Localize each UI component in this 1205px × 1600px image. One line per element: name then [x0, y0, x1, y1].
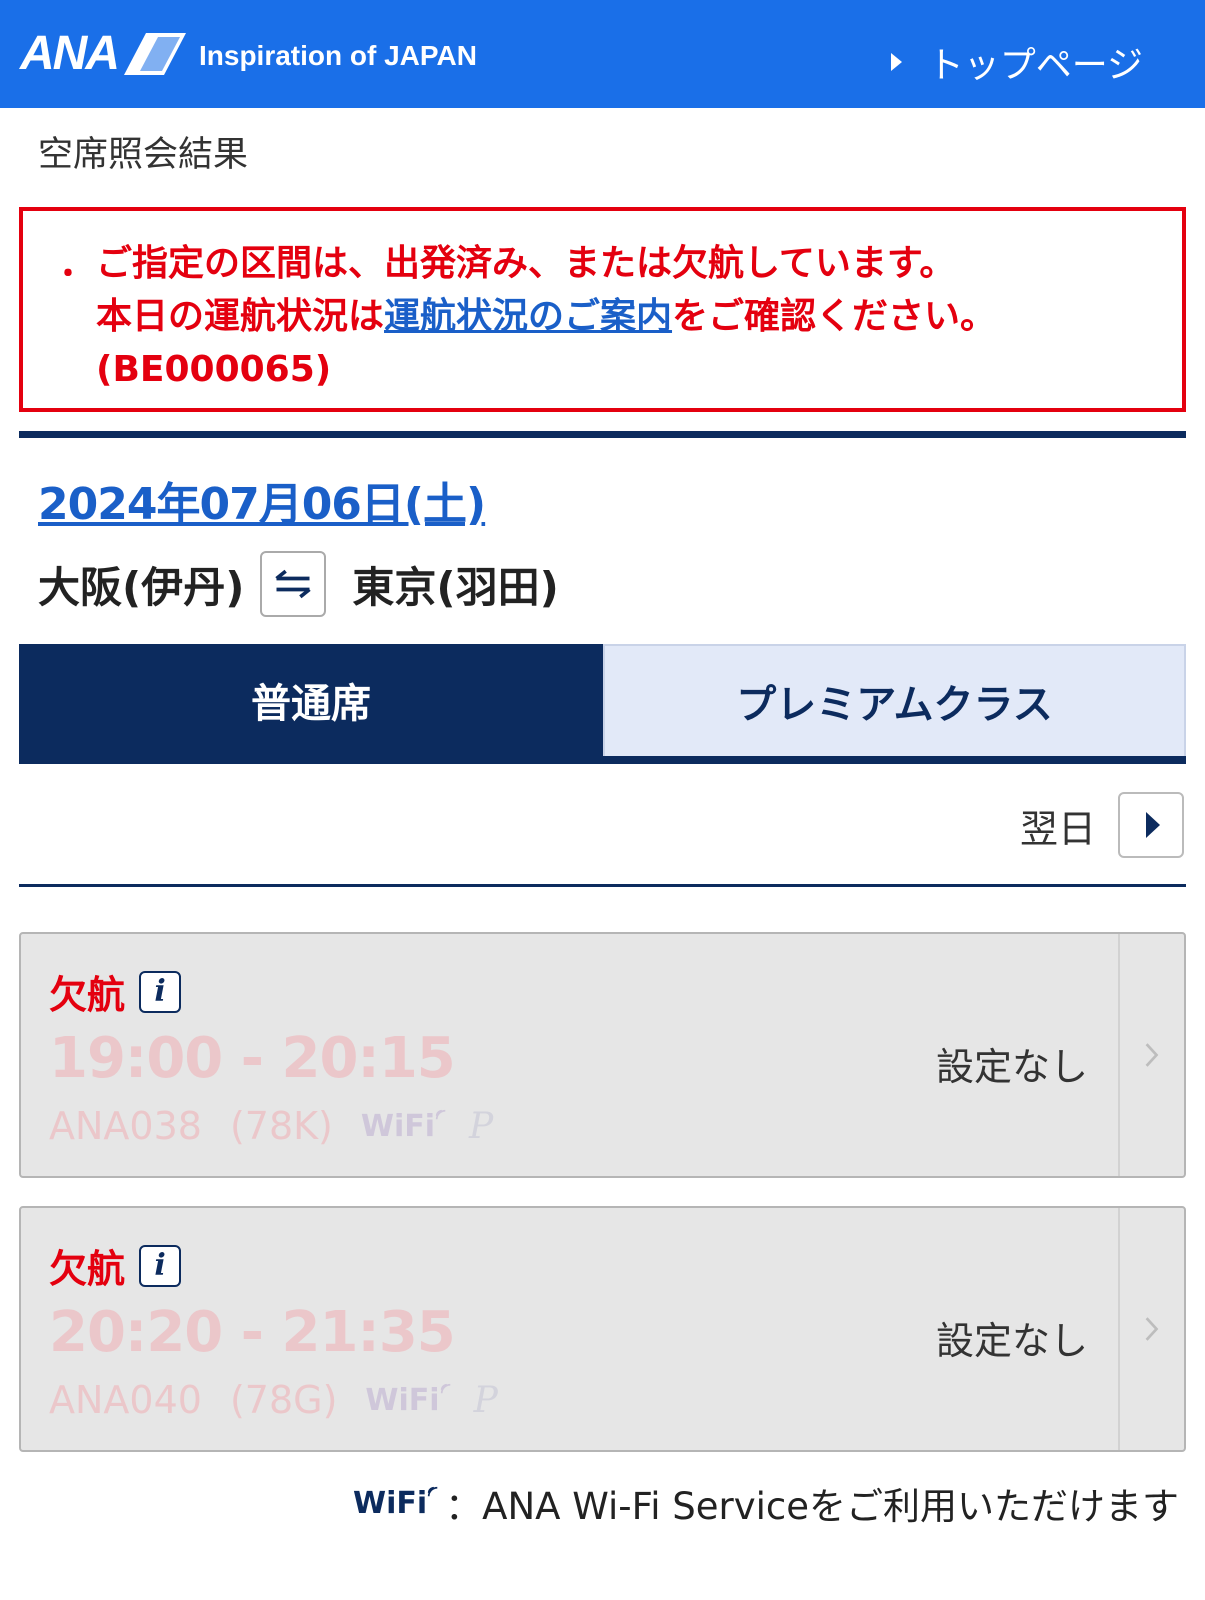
swap-arrows-icon: [275, 569, 312, 599]
date-link[interactable]: 2024年07月06日(土): [38, 468, 486, 532]
top-page-label: トップページ: [927, 45, 1143, 86]
premium-mark-icon: P: [473, 1379, 498, 1421]
wifi-label: WiFi: [353, 1485, 428, 1521]
seat-status: 設定なし: [935, 1045, 1088, 1089]
error-bullet: ・: [53, 257, 83, 292]
flight-card[interactable]: 欠航 i 19:00 - 20:15 ANA038 (78K) WiFi P 設…: [19, 932, 1186, 1178]
error-text: ご指定の区間は、出発済み、または欠航しています。 本日の運航状況は運航状況のご案…: [96, 237, 996, 396]
logo-slash-icon: [124, 32, 186, 75]
triangle-right-icon: [1146, 812, 1160, 838]
destination-airport: 東京(羽田): [352, 562, 559, 612]
seat-status: 設定なし: [935, 1319, 1088, 1363]
page-title: 空席照会結果: [38, 135, 249, 175]
error-code: (BE000065): [96, 349, 332, 390]
swap-route-button[interactable]: [260, 551, 327, 617]
ana-logo[interactable]: ANA: [20, 26, 188, 81]
tagline: Inspiration of JAPAN: [199, 40, 477, 71]
flight-meta: ANA038 (78K) WiFi P: [49, 1104, 493, 1148]
top-page-link[interactable]: トップページ: [890, 36, 1143, 88]
flight-meta: ANA040 (78G) WiFi P: [49, 1378, 498, 1422]
cancelled-status: 欠航: [49, 973, 126, 1017]
list-divider: [19, 884, 1186, 887]
wifi-signal-icon: [428, 1486, 438, 1496]
class-tabs: 普通席 プレミアムクラス: [19, 644, 1186, 764]
flight-times: 19:00 - 20:15: [49, 1026, 456, 1091]
tab-premium-class[interactable]: プレミアムクラス: [603, 644, 1186, 756]
error-line-2-suffix: をご確認ください。: [672, 296, 997, 337]
logo-wordmark: ANA: [20, 27, 120, 80]
flight-number: ANA038: [49, 1104, 202, 1148]
wifi-icon: WiFi: [361, 1109, 447, 1144]
wifi-legend-text: ：ANA Wi-Fi Serviceをご利用いただけます: [445, 1485, 1179, 1528]
chevron-right-icon: [1145, 1043, 1159, 1067]
error-message-box: ・ ご指定の区間は、出発済み、または欠航しています。 本日の運航状況は運航状況の…: [19, 207, 1186, 412]
flight-number: ANA040: [49, 1378, 202, 1422]
flight-card[interactable]: 欠航 i 20:20 - 21:35 ANA040 (78G) WiFi P 設…: [19, 1206, 1186, 1452]
next-day-button[interactable]: [1118, 792, 1184, 858]
wifi-icon: WiFi: [365, 1383, 451, 1418]
next-day-label: 翌日: [1019, 806, 1096, 851]
flight-status-row: 欠航 i: [49, 964, 182, 1019]
error-line-2: 本日の運航状況は運航状況のご案内をご確認ください。: [96, 290, 996, 343]
next-day-nav: 翌日: [1020, 792, 1184, 858]
chevron-right-icon: [1145, 1317, 1159, 1341]
flight-status-row: 欠航 i: [49, 1238, 182, 1293]
info-icon[interactable]: i: [139, 970, 182, 1013]
wifi-signal-icon: [435, 1109, 446, 1119]
flight-status-link[interactable]: 運航状況のご案内: [384, 296, 672, 337]
flight-times: 20:20 - 21:35: [49, 1300, 456, 1365]
premium-mark-icon: P: [469, 1105, 494, 1147]
error-line-2-prefix: 本日の運航状況は: [96, 296, 385, 337]
wifi-label: WiFi: [365, 1382, 440, 1418]
wifi-label: WiFi: [360, 1108, 436, 1144]
aircraft-type: (78K): [229, 1104, 333, 1148]
header-bar: ANA Inspiration of JAPAN トップページ: [0, 0, 1205, 108]
flight-detail-arrow[interactable]: [1118, 934, 1184, 1176]
wifi-legend: WiFi ：ANA Wi-Fi Serviceをご利用いただけます: [353, 1476, 1179, 1530]
error-line-1: ご指定の区間は、出発済み、または欠航しています。: [96, 243, 956, 284]
cancelled-status: 欠航: [49, 1247, 126, 1291]
info-icon[interactable]: i: [139, 1244, 182, 1287]
aircraft-type: (78G): [229, 1378, 338, 1422]
section-divider: [19, 431, 1186, 438]
triangle-right-icon: [890, 53, 902, 71]
route-row: 大阪(伊丹) 東京(羽田): [38, 549, 559, 619]
origin-airport: 大阪(伊丹): [38, 562, 245, 612]
flight-detail-arrow[interactable]: [1118, 1208, 1184, 1450]
wifi-icon: WiFi: [353, 1486, 439, 1521]
wifi-signal-icon: [440, 1383, 450, 1393]
tab-economy[interactable]: 普通席: [19, 644, 603, 756]
